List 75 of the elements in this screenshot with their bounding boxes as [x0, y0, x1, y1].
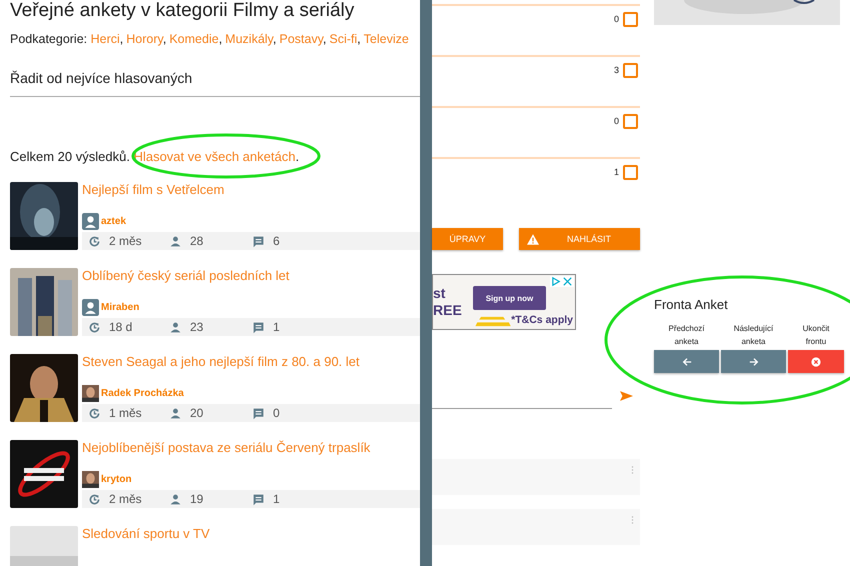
- user-avatar-icon: [82, 213, 99, 230]
- author-link[interactable]: Radek Procházka: [101, 388, 184, 399]
- poll-age: 2 měs: [109, 234, 143, 248]
- subcategory-list: Podkategorie: Herci, Horory, Komedie, Muzikály, Postavy, Sci-fi, Televize: [10, 32, 420, 46]
- answer-count: 1: [614, 167, 619, 177]
- page-title: Veřejné ankety v kategorii Filmy a seriály: [10, 0, 356, 22]
- author-link[interactable]: aztek: [101, 216, 126, 227]
- comment-count: 1: [273, 492, 280, 506]
- person-icon: [169, 234, 182, 248]
- comment-count: 1: [273, 320, 280, 334]
- history-icon: [88, 406, 101, 420]
- ad-terms: *T&Cs apply: [511, 314, 573, 326]
- comment-icon: [252, 406, 265, 420]
- queue-button-label: Následující anketa: [732, 323, 774, 348]
- left-arrow-icon: [682, 356, 692, 366]
- action-button[interactable]: NAHLÁSIT: [519, 228, 640, 250]
- queue-button-label: Předchozí anketa: [667, 323, 706, 348]
- answer-checkbox[interactable]: [623, 114, 638, 129]
- queue-button-label: Ukončit frontu: [802, 323, 830, 348]
- poll-title-link[interactable]: Sledování sportu v TV: [82, 526, 420, 542]
- subcategory-link[interactable]: Horory: [126, 32, 163, 46]
- author-link[interactable]: kryton: [101, 474, 132, 485]
- queue-button[interactable]: [788, 350, 844, 373]
- answer-count: 3: [614, 65, 619, 75]
- subcategory-link[interactable]: Televize: [364, 32, 409, 46]
- right-arrow-icon: [748, 356, 758, 366]
- answer-count: 0: [614, 116, 619, 126]
- subcategory-link[interactable]: Komedie: [169, 32, 219, 46]
- history-icon: [88, 320, 101, 334]
- vote-count: 20: [190, 406, 204, 420]
- subcategory-link[interactable]: Herci: [90, 32, 120, 46]
- results-summary: Celkem 20 výsledků. Hlasovat ve všech anketách.: [10, 149, 300, 164]
- subcategory-link[interactable]: Postavy: [279, 32, 323, 46]
- ad-headline: st: [433, 285, 446, 302]
- answer-checkbox[interactable]: [623, 12, 638, 27]
- poll-age: 1 měs: [109, 406, 143, 420]
- comment-icon: [252, 234, 265, 248]
- poll-age: 18 d: [109, 320, 134, 334]
- user-avatar-icon: [82, 299, 99, 316]
- vote-count: 23: [190, 320, 204, 334]
- answer-checkbox[interactable]: [623, 63, 638, 78]
- more-icon[interactable]: [631, 466, 634, 474]
- history-icon: [88, 234, 101, 248]
- answer-count: 0: [614, 14, 619, 24]
- ad-headline: REE: [433, 302, 462, 319]
- more-icon[interactable]: [631, 516, 634, 524]
- send-icon[interactable]: [620, 391, 633, 401]
- poll-title-link[interactable]: Nejoblíbenější postava ze seriálu Červený trpaslík: [82, 440, 420, 456]
- poll-age: 2 měs: [109, 492, 143, 506]
- history-icon: [88, 492, 101, 506]
- vote-all-link[interactable]: Hlasovat ve všech anketách: [134, 149, 296, 164]
- person-icon: [169, 320, 182, 334]
- vote-count: 19: [190, 492, 204, 506]
- poll-title-link[interactable]: Nejlepší film s Vetřelcem: [82, 182, 420, 198]
- person-icon: [169, 406, 182, 420]
- poll-title-link[interactable]: Oblíbený český seriál posledních let: [82, 268, 420, 284]
- comment-icon: [252, 492, 265, 506]
- comment-count: 0: [273, 406, 280, 420]
- sign-up-button[interactable]: Sign up now: [473, 286, 546, 310]
- answer-checkbox[interactable]: [623, 165, 638, 180]
- close-icon: [811, 356, 821, 366]
- subcategory-link[interactable]: Muzikály: [225, 32, 273, 46]
- vote-count: 28: [190, 234, 204, 248]
- warning-icon: [527, 234, 539, 244]
- ad-choices-icon[interactable]: [550, 276, 574, 287]
- comment-icon: [252, 320, 265, 334]
- subcategory-link[interactable]: Sci-fi: [329, 32, 358, 46]
- author-link[interactable]: Miraben: [101, 302, 140, 313]
- comment-count: 6: [273, 234, 280, 248]
- queue-title: Fronta Anket: [654, 297, 729, 312]
- person-icon: [169, 492, 182, 506]
- sort-dropdown[interactable]: Řadit od nejvíce hlasovaných: [10, 70, 420, 97]
- poll-title-link[interactable]: Steven Seagal a jeho nejlepší film z 80. a 90. let: [82, 354, 420, 370]
- action-button[interactable]: ÚPRAVY: [432, 228, 503, 250]
- stripes-drawing: [475, 315, 513, 328]
